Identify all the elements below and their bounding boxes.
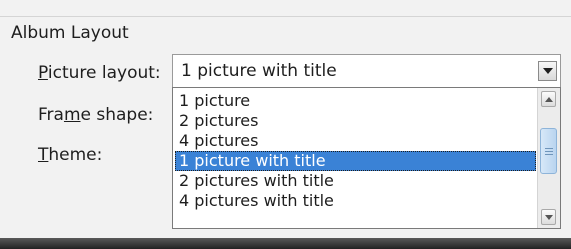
- list-item[interactable]: 2 pictures with title: [175, 171, 536, 191]
- grip-icon: [544, 147, 553, 155]
- chevron-down-icon: [544, 214, 553, 220]
- vertical-scrollbar[interactable]: [537, 88, 560, 228]
- album-layout-title: Album Layout: [8, 23, 134, 43]
- list-item-selected[interactable]: 1 picture with title: [175, 151, 536, 171]
- list-item[interactable]: 2 pictures: [175, 111, 536, 131]
- scroll-down-button[interactable]: [541, 209, 556, 225]
- picture-layout-value: 1 picture with title: [181, 61, 337, 81]
- picture-layout-label: Picture layout:: [38, 63, 161, 83]
- list-item[interactable]: 4 pictures: [175, 131, 536, 151]
- scroll-up-button[interactable]: [541, 91, 556, 107]
- chevron-down-icon: [542, 67, 553, 74]
- theme-label: Theme:: [38, 145, 103, 165]
- scroll-thumb[interactable]: [540, 128, 557, 174]
- dropdown-button[interactable]: [538, 61, 557, 81]
- list-item[interactable]: 1 picture: [175, 91, 536, 111]
- window-bottom-edge: [0, 238, 571, 249]
- frame-shape-label: Frame shape:: [38, 105, 154, 125]
- list-item[interactable]: 4 pictures with title: [175, 191, 536, 211]
- chevron-up-icon: [544, 96, 553, 102]
- picture-layout-dropdown[interactable]: 1 picture with title: [172, 54, 561, 88]
- picture-layout-options-list[interactable]: 1 picture 2 pictures 4 pictures 1 pictur…: [172, 87, 561, 229]
